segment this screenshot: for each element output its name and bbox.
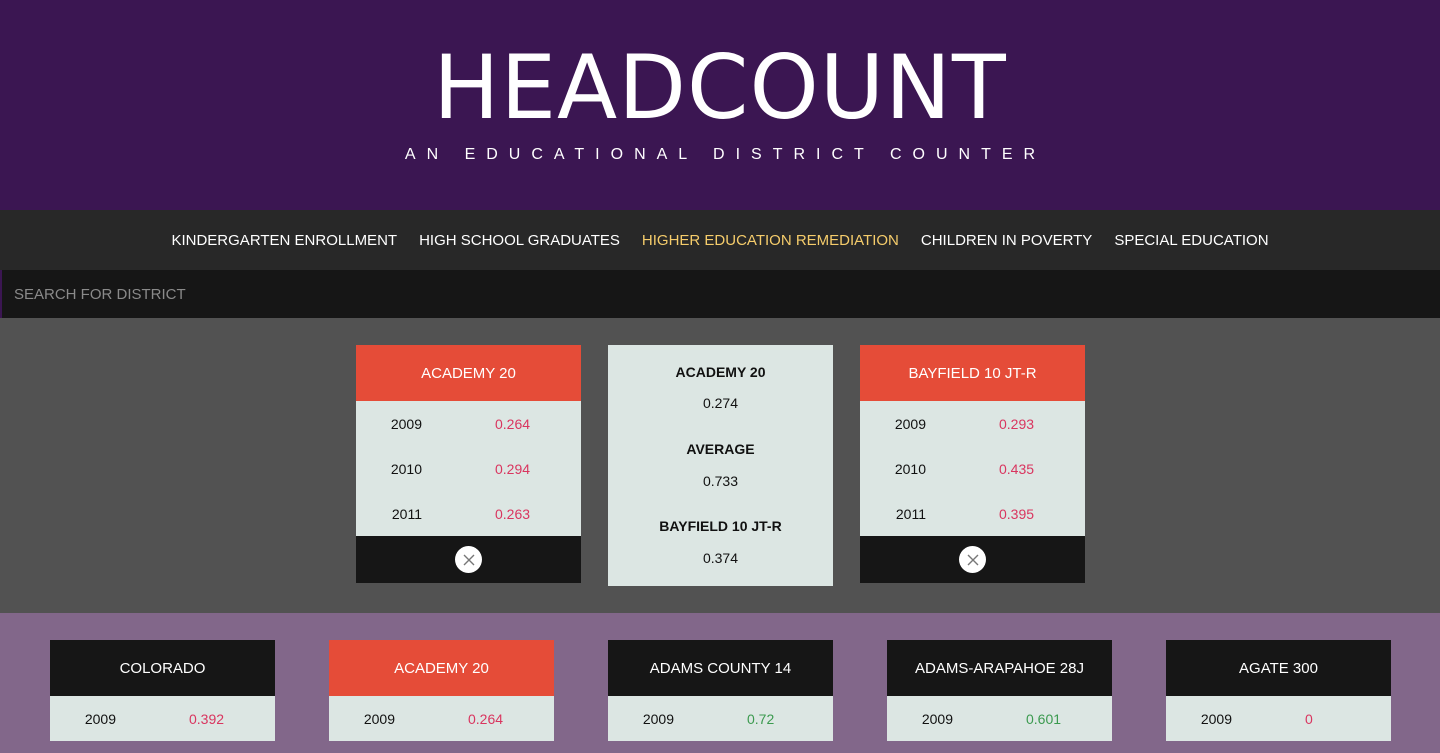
year-label: 2009: [390, 415, 422, 432]
year-value: 0.263: [495, 505, 531, 522]
year-value: 0: [1305, 710, 1313, 727]
year-value: 0.392: [189, 710, 225, 727]
district-card-title: ADAMS-ARAPAHOE 28J: [887, 640, 1112, 696]
close-icon: [967, 554, 978, 565]
district-card-academy-20[interactable]: ACADEMY 20 2009 0.264: [329, 640, 554, 741]
district-card-title: ACADEMY 20: [329, 640, 554, 696]
year-value: 0.293: [999, 415, 1035, 432]
year-value: 0.395: [999, 505, 1035, 522]
remove-left-button[interactable]: [455, 546, 482, 573]
summary-first-value: 0.274: [702, 395, 739, 411]
year-label: 2011: [895, 505, 926, 522]
district-card-title: AGATE 300: [1166, 640, 1391, 696]
compare-card-footer: [356, 536, 581, 583]
year-value: 0.435: [999, 460, 1035, 477]
year-label: 2010: [894, 460, 926, 477]
district-card-adams-arapahoe-28j[interactable]: ADAMS-ARAPAHOE 28J 2009 0.601: [887, 640, 1112, 741]
year-value: 0.294: [495, 460, 531, 477]
table-row: 2009 0.601: [887, 696, 1112, 741]
year-value: 0.264: [495, 415, 531, 432]
compare-card-title: ACADEMY 20: [356, 345, 581, 401]
table-row: 2010 0.435: [860, 446, 1085, 491]
table-row: 2011 0.263: [356, 491, 581, 536]
table-row: 2009 0.264: [329, 696, 554, 741]
table-row: 2010 0.294: [356, 446, 581, 491]
summary-second-label: BAYFIELD 10 JT-R: [659, 518, 782, 534]
table-row: 2009 0.293: [860, 401, 1085, 446]
compare-card-footer: [860, 536, 1085, 583]
app-title: HEADCOUNT: [433, 36, 1007, 139]
summary-first-label: ACADEMY 20: [675, 364, 766, 380]
year-label: 2011: [391, 505, 422, 522]
summary-second-value: 0.374: [702, 550, 739, 566]
year-label: 2009: [642, 710, 674, 727]
year-label: 2009: [363, 710, 395, 727]
nav-item-children-in-poverty[interactable]: CHILDREN IN POVERTY: [921, 232, 1092, 249]
year-label: 2010: [390, 460, 422, 477]
nav-item-special-education[interactable]: SPECIAL EDUCATION: [1114, 232, 1268, 249]
table-row: 2009 0.392: [50, 696, 275, 741]
compare-card-right: BAYFIELD 10 JT-R 2009 0.293 2010 0.435 2…: [860, 345, 1085, 583]
district-card-colorado[interactable]: COLORADO 2009 0.392: [50, 640, 275, 741]
district-card-agate-300[interactable]: AGATE 300 2009 0: [1166, 640, 1391, 741]
category-nav: KINDERGARTEN ENROLLMENT HIGH SCHOOL GRAD…: [0, 210, 1440, 270]
year-label: 2009: [921, 710, 953, 727]
search-input[interactable]: [2, 270, 1440, 318]
nav-item-higher-education-remediation[interactable]: HIGHER EDUCATION REMEDIATION: [642, 232, 899, 249]
table-row: 2011 0.395: [860, 491, 1085, 536]
year-label: 2009: [894, 415, 926, 432]
district-card-title: ADAMS COUNTY 14: [608, 640, 833, 696]
comparison-panel: ACADEMY 20 2009 0.264 2010 0.294 2011 0.…: [0, 318, 1440, 613]
comparison-summary: ACADEMY 20 0.274 AVERAGE 0.733 BAYFIELD …: [608, 345, 833, 586]
year-value: 0.601: [1026, 710, 1062, 727]
nav-item-high-school-graduates[interactable]: HIGH SCHOOL GRADUATES: [419, 232, 620, 249]
summary-average-label: AVERAGE: [686, 441, 755, 457]
compare-card-left: ACADEMY 20 2009 0.264 2010 0.294 2011 0.…: [356, 345, 581, 583]
district-card-adams-county-14[interactable]: ADAMS COUNTY 14 2009 0.72: [608, 640, 833, 741]
remove-right-button[interactable]: [959, 546, 986, 573]
table-row: 2009 0: [1166, 696, 1391, 741]
close-icon: [463, 554, 474, 565]
table-row: 2009 0.72: [608, 696, 833, 741]
site-header: HEADCOUNT AN EDUCATIONAL DISTRICT COUNTE…: [0, 0, 1440, 210]
summary-average-value: 0.733: [702, 473, 739, 489]
district-list: COLORADO 2009 0.392 ACADEMY 20 2009 0.26…: [0, 613, 1440, 753]
search-bar: [0, 270, 1440, 318]
year-value: 0.264: [468, 710, 504, 727]
year-label: 2009: [84, 710, 116, 727]
nav-item-kindergarten-enrollment[interactable]: KINDERGARTEN ENROLLMENT: [171, 232, 397, 249]
table-row: 2009 0.264: [356, 401, 581, 446]
year-label: 2009: [1200, 710, 1232, 727]
year-value: 0.72: [747, 710, 775, 727]
district-card-title: COLORADO: [50, 640, 275, 696]
compare-card-title: BAYFIELD 10 JT-R: [860, 345, 1085, 401]
app-subtitle: AN EDUCATIONAL DISTRICT COUNTER: [404, 146, 1047, 163]
